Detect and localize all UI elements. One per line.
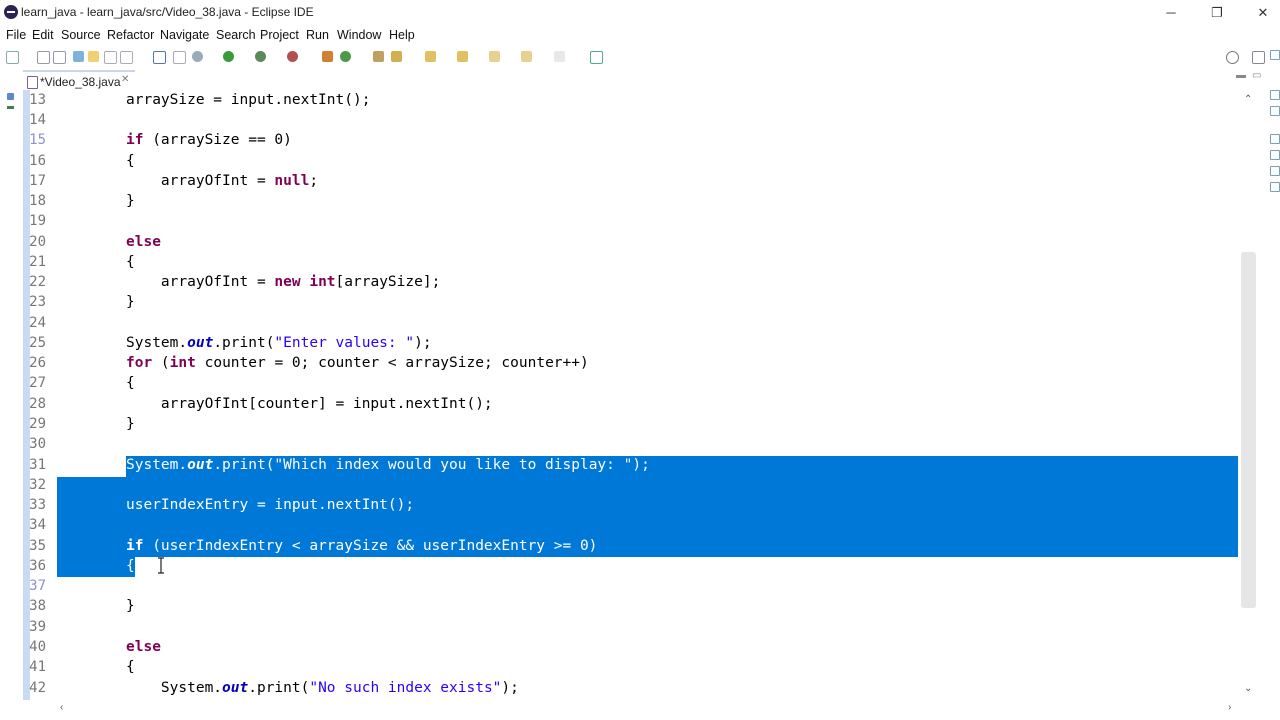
- editor-tab-bar: *Video_38.java ✕: [0, 70, 1280, 92]
- menu-help[interactable]: Help: [389, 28, 415, 42]
- terminal-icon[interactable]: [153, 51, 166, 64]
- code-line-selected[interactable]: 34: [0, 517, 1238, 537]
- pin-editor-icon[interactable]: [590, 51, 603, 64]
- menu-refactor[interactable]: Refactor: [107, 28, 154, 42]
- code-line[interactable]: 41{: [0, 659, 1238, 679]
- menu-file[interactable]: File: [6, 28, 26, 42]
- skip-breakpoints-icon[interactable]: [173, 51, 186, 64]
- close-tab-icon[interactable]: ✕: [121, 74, 129, 85]
- close-button[interactable]: ✕: [1240, 2, 1280, 24]
- last-edit-icon[interactable]: [489, 51, 500, 62]
- save-all-icon[interactable]: [53, 51, 66, 64]
- code-line[interactable]: 13 arraySize = input.nextInt();: [0, 92, 1238, 112]
- vertical-scrollbar-thumb[interactable]: [1241, 252, 1256, 608]
- declaration-icon[interactable]: [1270, 166, 1280, 176]
- next-annotation-icon[interactable]: [425, 51, 436, 62]
- menu-source[interactable]: Source: [61, 28, 101, 42]
- open-type-icon[interactable]: [73, 51, 84, 62]
- javadoc-icon[interactable]: [1270, 150, 1280, 160]
- code-line[interactable]: 27{: [0, 375, 1238, 395]
- code-line-selected[interactable]: 36{: [0, 558, 1238, 578]
- package-explorer-icon[interactable]: [1270, 50, 1280, 60]
- scroll-down-icon[interactable]: ⌄: [1244, 683, 1252, 694]
- mark-occurrences-icon[interactable]: [88, 51, 99, 62]
- code-line[interactable]: 26 for (int counter = 0; counter < arrayS…: [0, 355, 1238, 375]
- external-tools-icon[interactable]: [287, 51, 298, 62]
- right-minimized-views: [1268, 46, 1280, 206]
- title-bar: learn_java - learn_java/src/Video_38.jav…: [0, 0, 1280, 26]
- problems-icon[interactable]: [1270, 134, 1280, 144]
- horizontal-scrollbar[interactable]: ‹ ›: [30, 702, 1240, 716]
- run-icon[interactable]: [223, 51, 234, 62]
- code-line-selected[interactable]: 33 userIndexEntry = input.nextInt();: [0, 497, 1238, 517]
- code-line[interactable]: 39: [0, 619, 1238, 639]
- new-icon[interactable]: [6, 51, 19, 64]
- code-line[interactable]: 30: [0, 436, 1238, 456]
- toggle-block-selection-icon[interactable]: [104, 51, 117, 64]
- menu-edit[interactable]: Edit: [32, 28, 54, 42]
- prev-annotation-icon[interactable]: [457, 51, 468, 62]
- code-line[interactable]: 20 else: [0, 234, 1238, 254]
- scroll-left-icon[interactable]: ‹: [60, 702, 63, 713]
- outline-icon[interactable]: [1270, 90, 1280, 100]
- menu-window[interactable]: Window: [337, 28, 381, 42]
- scroll-right-icon[interactable]: ›: [1228, 702, 1231, 713]
- code-line[interactable]: 25 System.out.print("Enter values: ");: [0, 335, 1238, 355]
- code-line[interactable]: 15 if (arraySize == 0): [0, 132, 1238, 152]
- coverage-icon[interactable]: [255, 51, 266, 62]
- new-java-project-icon[interactable]: [322, 51, 333, 62]
- code-line[interactable]: 22 arrayOfInt = new int[arraySize];: [0, 274, 1238, 294]
- tab-label: *Video_38.java: [40, 75, 121, 89]
- new-class-icon[interactable]: [340, 51, 351, 62]
- maximize-view-icon[interactable]: ▭: [1252, 70, 1261, 81]
- code-line[interactable]: 23}: [0, 294, 1238, 314]
- save-icon[interactable]: [37, 51, 50, 64]
- search-icon[interactable]: [1226, 51, 1239, 64]
- toggle-word-wrap-icon[interactable]: [120, 51, 133, 64]
- menu-navigate[interactable]: Navigate: [160, 28, 209, 42]
- code-line-selected[interactable]: 35 if (userIndexEntry < arraySize && user…: [0, 538, 1238, 558]
- restore-button[interactable]: ❐: [1194, 2, 1240, 24]
- tab-video-38-java[interactable]: *Video_38.java ✕: [23, 70, 135, 92]
- back-icon[interactable]: [521, 51, 532, 62]
- menu-run[interactable]: Run: [306, 28, 329, 42]
- code-line[interactable]: 21{: [0, 254, 1238, 274]
- code-line[interactable]: 17 arrayOfInt = null;: [0, 173, 1238, 193]
- menu-search[interactable]: Search: [216, 28, 256, 42]
- task-list-icon[interactable]: [1270, 106, 1280, 116]
- code-line[interactable]: 38}: [0, 598, 1238, 618]
- code-line-selected[interactable]: 31 System.out.print("Which index would yo…: [0, 457, 1238, 477]
- minimize-button[interactable]: ─: [1148, 2, 1194, 24]
- code-line[interactable]: 24: [0, 315, 1238, 335]
- java-file-icon: [27, 76, 38, 89]
- code-line[interactable]: 14: [0, 112, 1238, 132]
- menu-project[interactable]: Project: [260, 28, 299, 42]
- search-tool-icon[interactable]: [391, 51, 402, 62]
- console-icon[interactable]: [1270, 182, 1280, 192]
- code-line[interactable]: 29}: [0, 416, 1238, 436]
- open-perspective-icon[interactable]: [1252, 51, 1265, 64]
- code-line[interactable]: 18}: [0, 193, 1238, 213]
- open-task-icon[interactable]: [373, 51, 384, 62]
- debug-icon[interactable]: [192, 51, 203, 62]
- minimize-view-icon[interactable]: ▬: [1236, 70, 1246, 81]
- code-line[interactable]: 16{: [0, 153, 1238, 173]
- forward-icon[interactable]: [554, 51, 565, 62]
- code-line[interactable]: 19: [0, 213, 1238, 233]
- code-line[interactable]: 40 else: [0, 639, 1238, 659]
- main-toolbar: [0, 46, 1280, 68]
- eclipse-logo-icon: [4, 5, 18, 19]
- scroll-up-icon[interactable]: ⌃: [1244, 94, 1252, 105]
- code-line-selected[interactable]: 32: [0, 477, 1238, 497]
- window-title: learn_java - learn_java/src/Video_38.jav…: [21, 5, 314, 19]
- code-line[interactable]: 42 System.out.print("No such index exist…: [0, 680, 1238, 700]
- menu-bar: File Edit Source Refactor Navigate Searc…: [0, 26, 1280, 46]
- code-line[interactable]: 37: [0, 578, 1238, 598]
- text-cursor-icon: [158, 557, 164, 574]
- code-line[interactable]: 28 arrayOfInt[counter] = input.nextInt()…: [0, 396, 1238, 416]
